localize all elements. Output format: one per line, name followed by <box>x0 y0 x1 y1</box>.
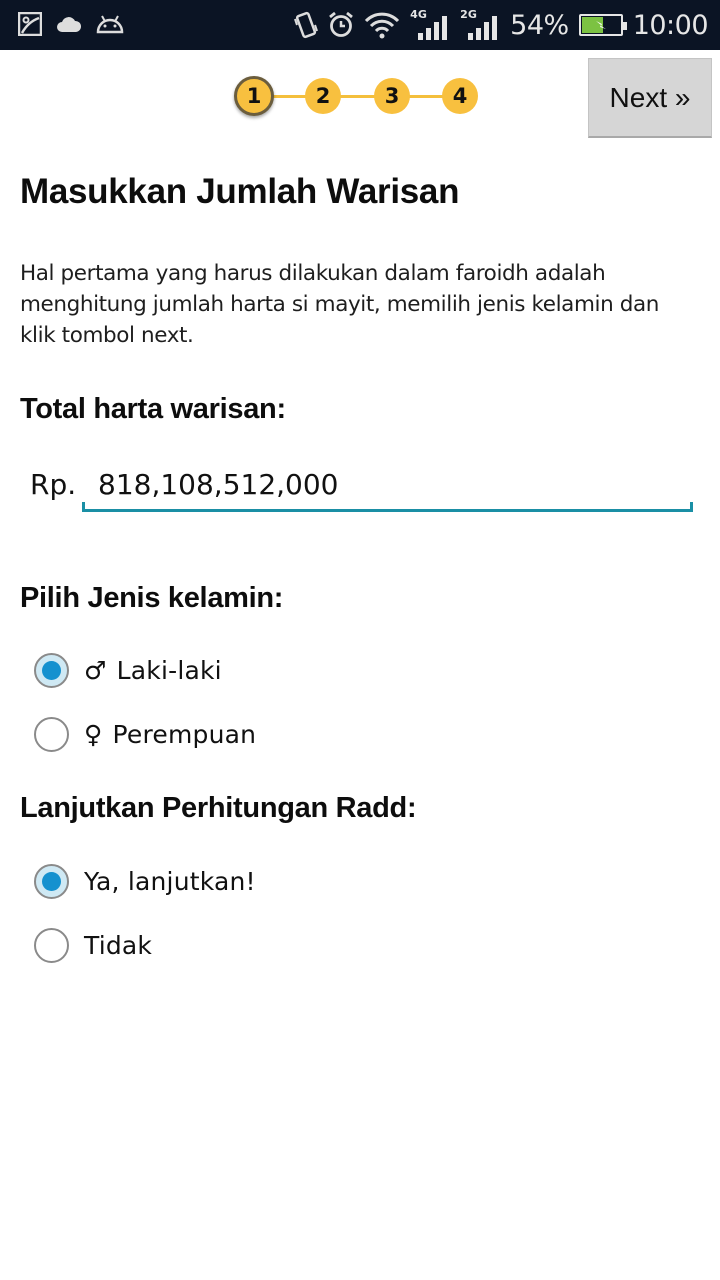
page-description: Hal pertama yang harus dilakukan dalam f… <box>20 261 659 348</box>
radio-button[interactable] <box>34 716 69 752</box>
battery-percent: 54% <box>510 9 569 41</box>
radio-button[interactable] <box>34 927 69 963</box>
step-3: 3 <box>374 78 410 114</box>
male-icon: ♂ <box>84 655 107 685</box>
radio-perempuan[interactable]: ♀ Perempuan <box>34 714 256 754</box>
status-bar: 4G 2G 54% 10:00 <box>0 0 720 50</box>
step-4: 4 <box>442 78 478 114</box>
alarm-icon <box>328 11 354 39</box>
clock: 10:00 <box>632 9 709 41</box>
vibrate-icon <box>294 11 319 39</box>
signal-2g-icon: 2G <box>460 8 500 42</box>
total-harta-input[interactable] <box>82 460 693 512</box>
radd-label: Lanjutkan Perhitungan Radd: <box>20 792 417 824</box>
step-2: 2 <box>305 78 341 114</box>
radio-label-ya-lanjutkan: Ya, lanjutkan! <box>84 866 256 896</box>
page-title: Masukkan Jumlah Warisan <box>20 172 460 211</box>
gender-label: Pilih Jenis kelamin: <box>20 582 284 614</box>
radio-ya-lanjutkan[interactable]: Ya, lanjutkan! <box>34 861 256 901</box>
radio-button[interactable] <box>34 652 69 688</box>
radio-label-laki-laki: Laki-laki <box>116 655 222 685</box>
signal-4g-icon: 4G <box>410 8 450 42</box>
gallery-icon <box>18 12 42 36</box>
step-1: 1 <box>234 76 274 116</box>
android-icon <box>96 14 124 34</box>
radio-label-perempuan: Perempuan <box>112 719 257 749</box>
radio-tidak[interactable]: Tidak <box>34 925 152 965</box>
cloud-icon <box>56 15 82 33</box>
input-underline-left-tick <box>82 502 85 512</box>
total-harta-label: Total harta warisan: <box>20 393 286 425</box>
step-connector <box>254 95 458 98</box>
female-icon: ♀ <box>84 719 103 749</box>
radio-laki-laki[interactable]: ♂ Laki-laki <box>34 650 222 690</box>
next-button[interactable]: Next » <box>588 58 712 138</box>
currency-prefix: Rp. <box>30 468 77 501</box>
battery-icon <box>578 14 627 36</box>
input-underline-right-tick <box>690 502 693 512</box>
wifi-icon <box>364 11 400 39</box>
step-indicator: 1 2 3 4 <box>234 76 478 116</box>
radio-button[interactable] <box>34 863 69 899</box>
radio-label-tidak: Tidak <box>84 930 153 960</box>
